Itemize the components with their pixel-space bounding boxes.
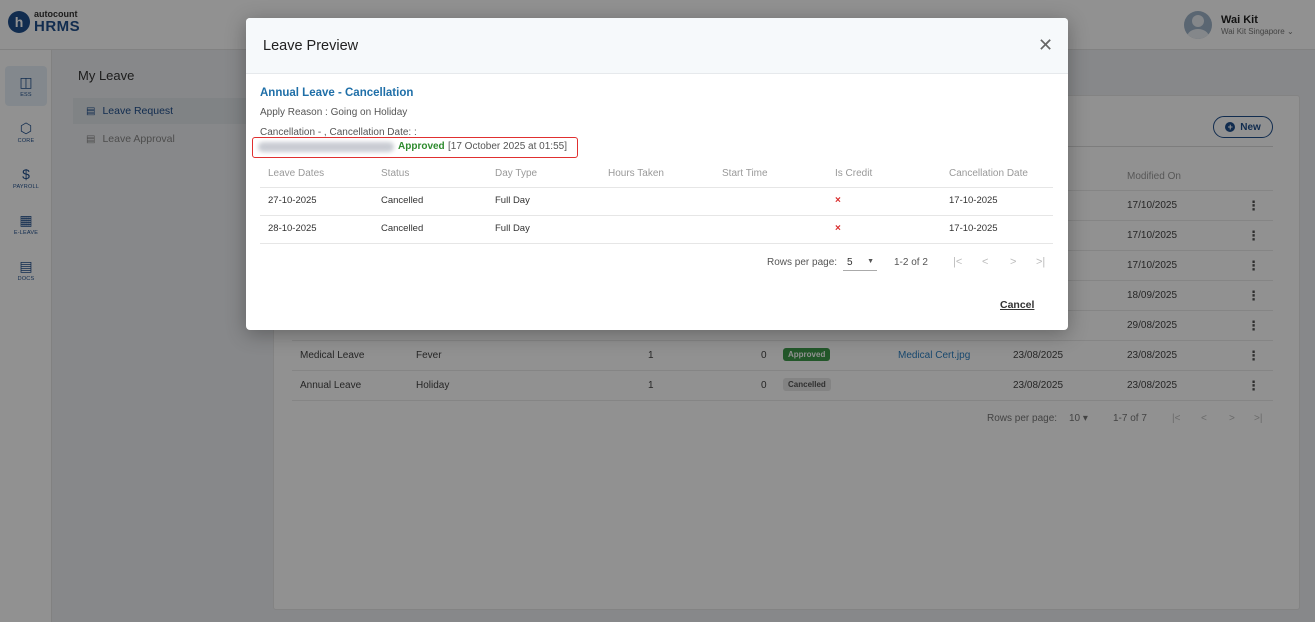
close-icon[interactable]: ✕ bbox=[1038, 36, 1053, 54]
row-status: Cancelled bbox=[381, 223, 424, 234]
leave-preview-dialog: Leave Preview ✕ Annual Leave - Cancellat… bbox=[246, 18, 1068, 330]
column-header-start-time[interactable]: Start Time bbox=[722, 168, 768, 179]
approval-status: Approved bbox=[398, 141, 445, 152]
dialog-header: Leave Preview ✕ bbox=[246, 18, 1068, 74]
first-page-icon[interactable]: |< bbox=[953, 256, 962, 268]
cancellation-date: 17-10-2025 bbox=[949, 195, 998, 206]
column-header-leave-dates[interactable]: Leave Dates bbox=[268, 168, 324, 179]
rows-per-page-label: Rows per page: bbox=[767, 257, 838, 268]
next-page-icon[interactable]: > bbox=[1010, 256, 1016, 268]
day-type: Full Day bbox=[495, 195, 530, 206]
approval-timestamp: [17 October 2025 at 01:55] bbox=[448, 141, 567, 152]
column-header-is-credit[interactable]: Is Credit bbox=[835, 168, 872, 179]
row-divider bbox=[260, 243, 1053, 244]
apply-reason: Apply Reason : Going on Holiday bbox=[260, 107, 408, 118]
close-icon: × bbox=[835, 195, 841, 206]
cancellation-date: 17-10-2025 bbox=[949, 223, 998, 234]
leave-heading: Annual Leave - Cancellation bbox=[260, 87, 414, 99]
chevron-down-icon: ▼ bbox=[867, 258, 874, 265]
day-type: Full Day bbox=[495, 223, 530, 234]
leave-date: 27-10-2025 bbox=[268, 195, 317, 206]
leave-date: 28-10-2025 bbox=[268, 223, 317, 234]
pagination-range: 1-2 of 2 bbox=[894, 257, 928, 268]
prev-page-icon[interactable]: < bbox=[982, 256, 988, 268]
redacted-email bbox=[258, 142, 394, 152]
rows-per-page-value: 5 bbox=[847, 257, 853, 268]
last-page-icon[interactable]: >| bbox=[1036, 256, 1045, 268]
cancel-button[interactable]: Cancel bbox=[1000, 299, 1034, 311]
row-status: Cancelled bbox=[381, 195, 424, 206]
column-header-day-type[interactable]: Day Type bbox=[495, 168, 537, 179]
dialog-title: Leave Preview bbox=[263, 38, 359, 54]
column-header-status[interactable]: Status bbox=[381, 168, 409, 179]
row-divider bbox=[260, 215, 1053, 216]
column-header-hours-taken[interactable]: Hours Taken bbox=[608, 168, 664, 179]
column-header-cancellation-date[interactable]: Cancellation Date bbox=[949, 168, 1028, 179]
rows-per-page-select[interactable]: 5 ▼ bbox=[843, 254, 877, 271]
close-icon: × bbox=[835, 223, 841, 234]
